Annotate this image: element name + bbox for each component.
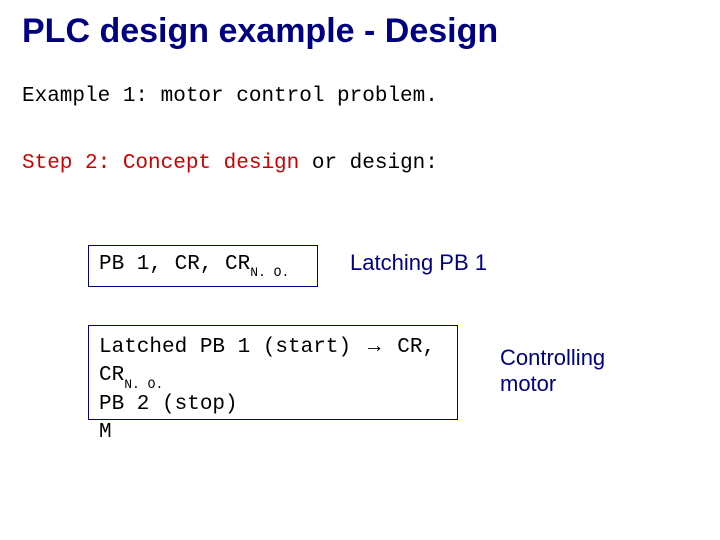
controlling-label-line2: motor [500,371,605,397]
slide: PLC design example - Design Example 1: m… [0,0,720,540]
latching-label: Latching PB 1 [350,250,487,276]
arrow-icon: → [364,334,385,357]
example-heading: Example 1: motor control problem. [22,85,438,108]
controlling-label-line1: Controlling [500,345,605,371]
latching-box-text: PB 1, CR, CR [99,253,250,276]
slide-title: PLC design example - Design [22,12,498,51]
controlling-box-line1: Latched PB 1 (start) → CR, CRN. O. [99,332,447,391]
line1-prefix: Latched PB 1 (start) [99,336,364,359]
line1-subscript: N. O. [124,377,163,392]
step-heading: Step 2: Concept design or design: [22,152,438,175]
controlling-label: Controlling motor [500,345,605,398]
latching-box-subscript: N. O. [250,265,289,280]
step-red-text: Step 2: Concept design [22,152,299,175]
controlling-box-line2: PB 2 (stop) [99,391,447,419]
latching-box: PB 1, CR, CRN. O. [88,245,318,287]
controlling-box-line3: M [99,419,447,447]
controlling-box: Latched PB 1 (start) → CR, CRN. O. PB 2 … [88,325,458,420]
step-black-text: or design: [299,152,438,175]
